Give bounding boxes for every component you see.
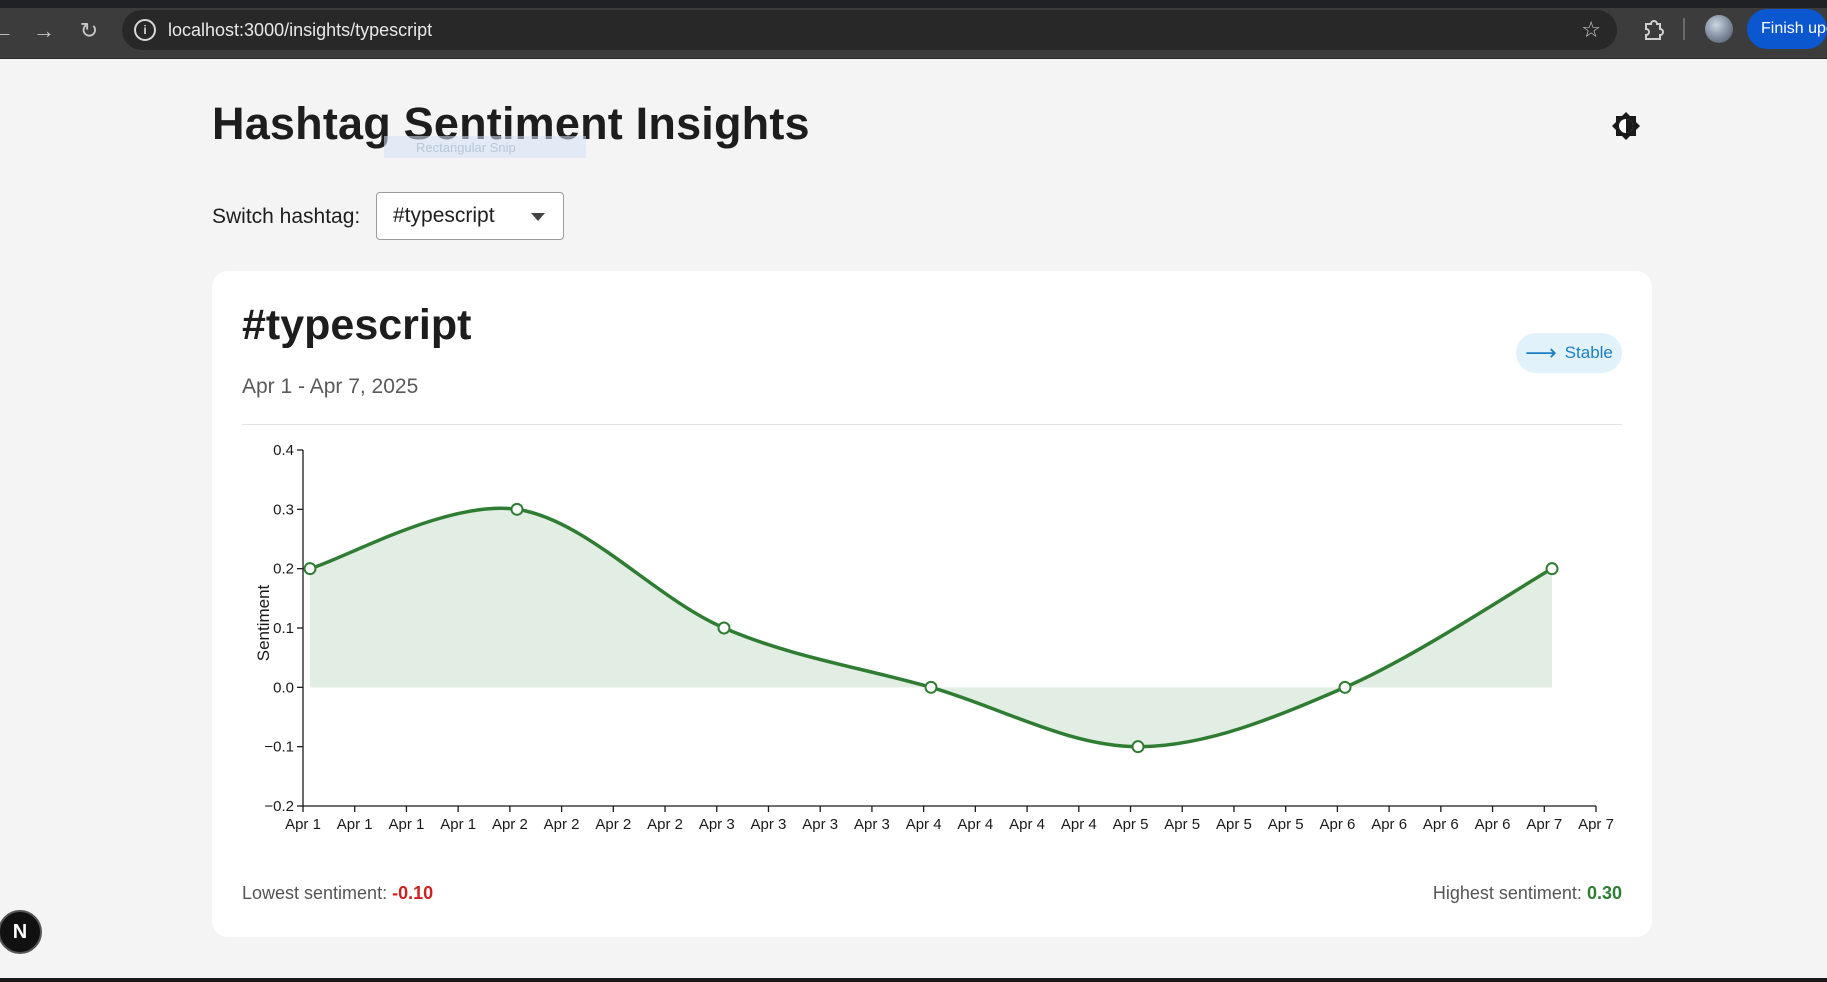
sentiment-chart: −0.2 −0.1 0.0 0.1 0.2 0.3 0.4 Sentiment Apr 1 Apr… xyxy=(254,442,1614,833)
y-tick-label: 0.3 xyxy=(273,501,294,518)
taskbar-edge xyxy=(0,978,1827,982)
x-tick-label: Apr 1 xyxy=(389,816,425,833)
y-tick-label: −0.2 xyxy=(264,798,294,815)
reload-icon[interactable]: ↻ xyxy=(72,14,106,48)
x-tick-label: Apr 5 xyxy=(1268,816,1304,833)
data-point xyxy=(303,562,317,576)
switch-hashtag-label: Switch hashtag: xyxy=(212,205,361,228)
x-tick-label: Apr 5 xyxy=(1113,816,1149,833)
x-tick-label: Apr 4 xyxy=(957,816,993,833)
data-point xyxy=(1338,680,1352,694)
x-tick-label: Apr 6 xyxy=(1475,816,1511,833)
highest-sentiment-label: Highest sentiment: xyxy=(1432,883,1582,903)
y-tick-label: 0.0 xyxy=(273,679,294,696)
extensions-icon[interactable] xyxy=(1637,14,1669,46)
sentiment-area xyxy=(310,508,1552,747)
x-tick-label: Apr 2 xyxy=(492,816,528,833)
tab-strip xyxy=(0,0,1827,8)
insight-card: #typescript Apr 1 - Apr 7, 2025 ⟶ Stable… xyxy=(212,271,1652,937)
y-tick-label: 0.1 xyxy=(273,620,294,637)
x-tick-label: Apr 3 xyxy=(854,816,890,833)
data-point xyxy=(924,680,938,694)
chart-area-layer xyxy=(310,508,1552,747)
lowest-sentiment: Lowest sentiment: -0.10 xyxy=(242,883,433,904)
profile-avatar[interactable] xyxy=(1705,15,1733,43)
chevron-down-icon xyxy=(531,213,545,221)
bookmark-star-icon[interactable]: ☆ xyxy=(1581,17,1601,43)
x-tick-label: Apr 2 xyxy=(595,816,631,833)
y-tick-label: 0.2 xyxy=(273,561,294,578)
address-bar[interactable]: i localhost:3000/insights/typescript ☆ xyxy=(122,10,1617,50)
back-arrow-icon[interactable]: ← xyxy=(0,14,20,48)
y-tick-label: 0.4 xyxy=(273,442,294,459)
lowest-sentiment-label: Lowest sentiment: xyxy=(242,883,388,903)
data-point xyxy=(510,502,524,516)
x-tick-label: Apr 4 xyxy=(906,816,942,833)
url-text[interactable]: localhost:3000/insights/typescript xyxy=(168,20,432,41)
x-tick-label: Apr 3 xyxy=(699,816,735,833)
x-tick-label: Apr 7 xyxy=(1526,816,1562,833)
x-tick-label: Apr 2 xyxy=(544,816,580,833)
x-tick-label: Apr 7 xyxy=(1578,816,1614,833)
x-tick-label: Apr 6 xyxy=(1371,816,1407,833)
x-tick-label: Apr 6 xyxy=(1319,816,1355,833)
x-tick-label: Apr 1 xyxy=(285,816,321,833)
data-point xyxy=(1131,740,1145,754)
hashtag-select-value: #typescript xyxy=(393,204,495,227)
finish-update-button[interactable]: Finish update xyxy=(1747,9,1827,49)
theme-toggle-icon[interactable] xyxy=(1611,111,1641,141)
highest-sentiment: Highest sentiment: 0.30 xyxy=(1433,883,1622,904)
x-tick-label: Apr 3 xyxy=(802,816,838,833)
x-tick-label: Apr 1 xyxy=(440,816,476,833)
x-tick-label: Apr 4 xyxy=(1009,816,1045,833)
x-tick-label: Apr 6 xyxy=(1423,816,1459,833)
site-info-icon[interactable]: i xyxy=(134,19,156,41)
y-tick-label: −0.1 xyxy=(264,739,294,756)
browser-toolbar: ← → ↻ i localhost:3000/insights/typescri… xyxy=(0,0,1827,59)
x-tick-label: Apr 2 xyxy=(647,816,683,833)
x-tick-label: Apr 3 xyxy=(751,816,787,833)
data-point xyxy=(717,621,731,635)
highest-sentiment-value: 0.30 xyxy=(1586,883,1622,903)
data-point xyxy=(1545,562,1559,576)
x-tick-label: Apr 1 xyxy=(337,816,373,833)
snip-tooltip: Rectangular Snip xyxy=(384,136,586,158)
x-tick-label: Apr 4 xyxy=(1061,816,1097,833)
x-tick-label: Apr 5 xyxy=(1164,816,1200,833)
hashtag-select[interactable]: #typescript xyxy=(376,192,564,240)
y-axis-title: Sentiment xyxy=(254,584,273,661)
forward-arrow-icon[interactable]: → xyxy=(27,14,61,48)
x-tick-label: Apr 5 xyxy=(1216,816,1252,833)
nextjs-dev-badge[interactable]: N xyxy=(0,910,42,954)
toolbar-separator xyxy=(1683,18,1685,40)
lowest-sentiment-value: -0.10 xyxy=(392,883,434,903)
